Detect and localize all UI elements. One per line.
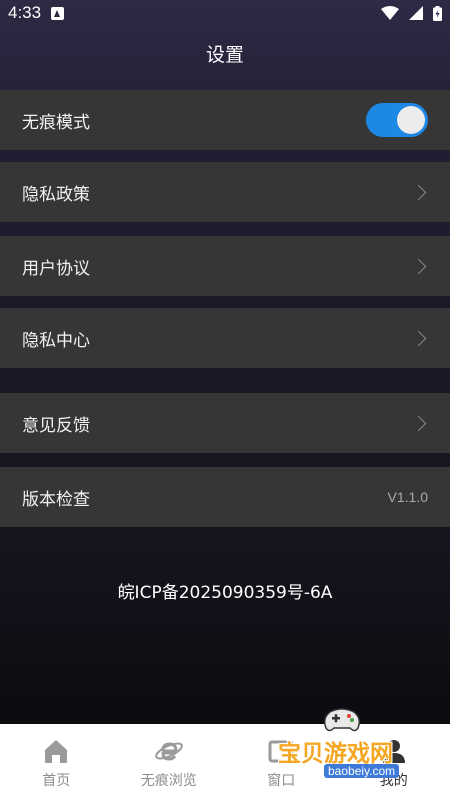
user-agreement-label: 用户协议 [22,258,90,279]
status-icons [381,5,442,21]
chevron-right-icon [410,258,427,274]
nav-label-home: 首页 [42,773,71,789]
privacy-center-label: 隐私中心 [22,330,90,351]
settings-row-feedback[interactable]: 意见反馈 [0,393,450,453]
nav-item-incognito-browse[interactable]: 无痕浏览 [113,724,226,800]
status-bar: 4:33 [0,0,450,26]
settings-row-user-agreement[interactable]: 用户协议 [0,236,450,296]
privacy-policy-label: 隐私政策 [22,184,90,205]
settings-row-version-check[interactable]: 版本检查 V1.1.0 [0,467,450,527]
chevron-right-icon [410,415,427,431]
battery-icon [433,5,442,21]
browser-e-icon [154,742,183,761]
home-icon [45,740,68,763]
page-title: 设置 [205,44,244,66]
window-icon [268,740,294,763]
chevron-right-icon [410,184,427,200]
version-number: V1.1.0 [387,489,428,505]
settings-row-privacy-center[interactable]: 隐私中心 [0,308,450,368]
nav-item-profile[interactable]: 我的 [338,724,450,800]
incognito-mode-toggle[interactable] [366,103,428,137]
notification-icon [51,6,65,20]
version-check-label: 版本检查 [22,489,90,510]
settings-row-privacy-policy[interactable]: 隐私政策 [0,162,450,222]
nav-label-incognito-browse: 无痕浏览 [140,773,197,789]
nav-label-window: 窗口 [267,773,296,789]
chevron-right-icon [410,330,427,346]
nav-label-profile: 我的 [379,773,408,789]
signal-icon [409,6,423,20]
incognito-mode-label: 无痕模式 [22,112,90,133]
wifi-icon [381,6,399,20]
feedback-label: 意见反馈 [22,415,90,436]
toggle-knob [397,106,425,134]
profile-icon [382,740,405,763]
icp-license-text: 皖ICP备2025090359号-6A [117,583,333,603]
nav-item-window[interactable]: 窗口 [225,724,338,800]
nav-item-home[interactable]: 首页 [0,724,113,800]
status-time: 4:33 [8,3,42,22]
bottom-nav: 首页 无痕浏览 窗口 我的 [0,724,450,800]
settings-row-incognito-mode: 无痕模式 [0,90,450,150]
